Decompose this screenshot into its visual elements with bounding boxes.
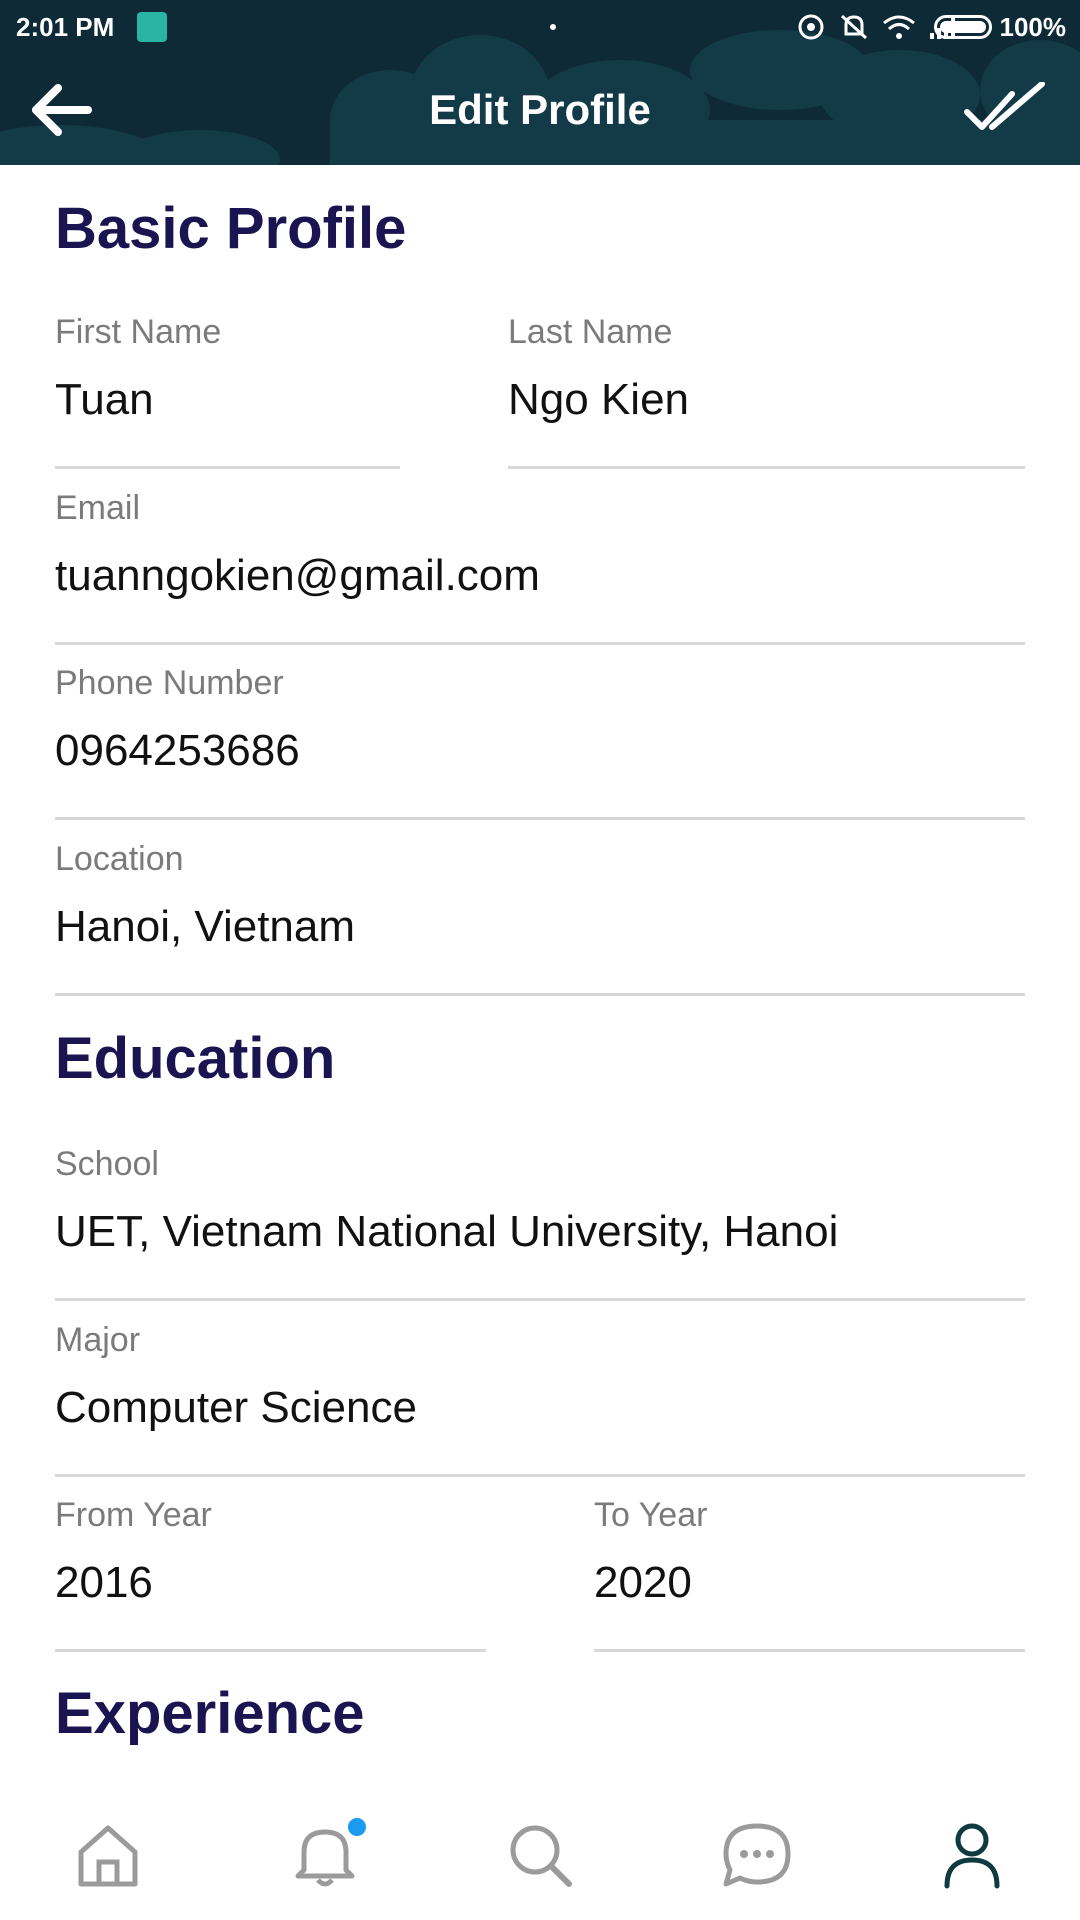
phone-label: Phone Number bbox=[55, 664, 284, 702]
nav-home[interactable] bbox=[63, 1810, 153, 1900]
location-label: Location bbox=[55, 840, 184, 878]
android-notification-icon bbox=[137, 12, 167, 42]
last-name-field[interactable]: Last Name Ngo Kien bbox=[508, 313, 1025, 469]
notification-badge bbox=[346, 1816, 368, 1838]
from-year-underline bbox=[55, 1649, 486, 1652]
nav-notifications[interactable] bbox=[280, 1810, 370, 1900]
nav-messages[interactable] bbox=[712, 1810, 802, 1900]
major-input[interactable]: Computer Science bbox=[55, 1383, 417, 1433]
bottom-navigation bbox=[0, 1780, 1080, 1920]
email-input[interactable]: tuanngokien@gmail.com bbox=[55, 551, 540, 601]
major-underline bbox=[55, 1474, 1025, 1477]
section-title-experience: Experience bbox=[55, 1681, 365, 1746]
double-check-icon[interactable] bbox=[962, 82, 1052, 142]
phone-underline bbox=[55, 817, 1025, 820]
section-title-education: Education bbox=[55, 1026, 336, 1091]
phone-input[interactable]: 0964253686 bbox=[55, 726, 300, 776]
location-input[interactable]: Hanoi, Vietnam bbox=[55, 902, 355, 952]
last-name-label: Last Name bbox=[508, 313, 673, 351]
nav-profile[interactable] bbox=[927, 1810, 1017, 1900]
from-year-input[interactable]: 2016 bbox=[55, 1558, 153, 1608]
email-underline bbox=[55, 642, 1025, 645]
page-title: Edit Profile bbox=[429, 86, 651, 133]
chat-icon bbox=[723, 1823, 791, 1887]
from-year-field[interactable]: From Year 2016 bbox=[55, 1496, 486, 1652]
school-input[interactable]: UET, Vietnam National University, Hanoi bbox=[55, 1207, 838, 1257]
first-name-label: First Name bbox=[55, 313, 222, 351]
location-field[interactable]: Location Hanoi, Vietnam bbox=[55, 840, 1025, 996]
last-name-input[interactable]: Ngo Kien bbox=[508, 375, 689, 425]
battery-level: 100% bbox=[999, 12, 1067, 42]
hotspot-icon bbox=[798, 14, 824, 40]
home-icon bbox=[78, 1825, 138, 1887]
mute-icon bbox=[840, 14, 868, 40]
email-label: Email bbox=[55, 489, 141, 527]
status-bar: 2:01 PM 100% bbox=[0, 0, 1080, 54]
to-year-input[interactable]: 2020 bbox=[594, 1558, 692, 1608]
first-name-input[interactable]: Tuan bbox=[55, 375, 154, 425]
last-name-underline bbox=[508, 466, 1025, 469]
school-field[interactable]: School UET, Vietnam National University,… bbox=[55, 1145, 1025, 1301]
battery-icon bbox=[934, 15, 992, 39]
from-year-label: From Year bbox=[55, 1496, 212, 1534]
status-dot-icon bbox=[550, 24, 556, 30]
phone-field[interactable]: Phone Number 0964253686 bbox=[55, 664, 1025, 820]
major-field[interactable]: Major Computer Science bbox=[55, 1321, 1025, 1477]
first-name-field[interactable]: First Name Tuan bbox=[55, 313, 400, 469]
school-label: School bbox=[55, 1145, 159, 1183]
section-title-basic-profile: Basic Profile bbox=[55, 196, 407, 261]
profile-icon bbox=[944, 1823, 1000, 1889]
nav-search[interactable] bbox=[495, 1810, 585, 1900]
to-year-field[interactable]: To Year 2020 bbox=[594, 1496, 1025, 1652]
major-label: Major bbox=[55, 1321, 141, 1359]
wifi-icon bbox=[883, 15, 915, 39]
school-underline bbox=[55, 1298, 1025, 1301]
app-header: 2:01 PM 100% Edit Profile bbox=[0, 0, 1080, 165]
email-field[interactable]: Email tuanngokien@gmail.com bbox=[55, 489, 1025, 645]
location-underline bbox=[55, 993, 1025, 996]
first-name-underline bbox=[55, 466, 400, 469]
status-time: 2:01 PM bbox=[16, 12, 115, 42]
to-year-label: To Year bbox=[594, 1496, 708, 1534]
to-year-underline bbox=[594, 1649, 1025, 1652]
search-icon bbox=[510, 1825, 572, 1887]
